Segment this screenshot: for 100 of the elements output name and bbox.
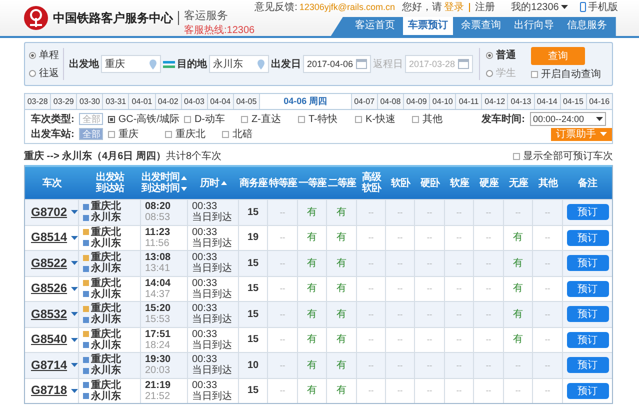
train-type-label: 车次类型: [31,112,74,126]
train-number-link[interactable]: G8702 [31,206,68,218]
date-tab[interactable]: 04-08 [378,94,404,109]
trip-type-radio[interactable]: 往返 [29,66,59,80]
date-tab[interactable]: 04-04 [208,94,234,109]
date-tab[interactable]: 04-02 [156,94,182,109]
nav-tab[interactable]: 车票预订 [402,16,453,35]
result-summary: 重庆 --> 永川东（4月6日 周四）共计8个车次 [24,149,222,163]
book-button[interactable]: 预订 [566,357,608,374]
sort-icon[interactable] [220,181,227,185]
seat-availability: 有 [513,283,523,294]
seat-availability: -- [486,385,492,396]
train-type-checkbox[interactable]: Z-直达 [241,112,294,126]
seat-availability: -- [544,206,550,218]
depart-time-select[interactable]: 00:00--24:00 [530,112,606,126]
column-header: 备注 [578,178,597,188]
train-number-link[interactable]: G8540 [31,334,68,346]
date-tab[interactable]: 04-07 [352,94,378,109]
departure-time: 19:30 [145,354,172,366]
book-button[interactable]: 预订 [566,280,608,297]
train-number-link[interactable]: G8526 [31,283,68,294]
date-tab[interactable]: 04-01 [129,94,156,109]
date-tab[interactable]: 03-30 [77,94,104,109]
train-type-checkbox[interactable]: T-特快 [298,112,350,126]
seat-availability: -- [426,334,432,346]
from-label: 出发地 [69,58,99,71]
book-button[interactable]: 预订 [566,332,608,348]
train-number-link[interactable]: G8714 [31,360,68,371]
sort-icon[interactable] [181,176,188,180]
seat-availability: -- [486,334,492,346]
date-tab[interactable]: 03-28 [25,94,52,109]
station-checkbox[interactable]: 北碚 [222,127,274,141]
seat-availability: -- [544,283,550,294]
date-tab[interactable]: 03-31 [103,94,130,109]
caret-icon[interactable] [71,236,78,240]
date-tab[interactable]: 04-03 [182,94,208,109]
date-tab[interactable]: 04-15 [560,94,587,109]
caret-icon[interactable] [560,5,568,9]
book-button[interactable]: 预订 [566,255,608,272]
train-number-link[interactable]: G8522 [31,258,68,269]
seat-availability: -- [456,360,462,371]
nav-tab[interactable]: 余票查询 [456,16,506,35]
book-button[interactable]: 预订 [566,382,608,399]
seat-availability: -- [280,283,286,294]
duration: 00:33 [192,201,218,212]
seat-availability: -- [486,360,492,371]
auto-query-checkbox[interactable]: 开启自动查询 [531,67,601,81]
column-header: 二等座 [328,178,356,188]
arrival-time: 15:53 [145,314,172,326]
passenger-type-radio[interactable]: 普通 [486,48,516,62]
duration: 00:33 [192,328,218,340]
column-header: 出发时间 [142,172,188,183]
date-tab[interactable]: 04-05 [234,94,260,109]
trip-type-radio[interactable]: 单程 [29,48,59,62]
seat-availability: -- [544,334,550,346]
duration: 00:33 [192,252,218,264]
date-tab[interactable]: 04-14 [534,94,561,109]
date-tab[interactable]: 04-09 [404,94,430,109]
sort-icon[interactable] [181,186,188,190]
station-checkbox[interactable]: 重庆 [108,127,160,141]
mobile-link[interactable]: 手机版 [580,0,618,14]
train-type-checkbox[interactable]: K-快速 [355,112,408,126]
train-number-link[interactable]: G8514 [31,232,68,244]
account-menu[interactable]: 我的12306 [511,0,559,14]
nav-tab[interactable]: 客运首页 [350,16,400,35]
book-button[interactable]: 预订 [566,306,608,322]
seat-availability: 有 [307,334,317,346]
from-field[interactable]: 重庆 [101,55,161,73]
date-tab[interactable]: 04-13 [508,94,535,109]
nav-tab[interactable]: 出行向导 [508,16,559,35]
seat-availability: 有 [336,360,346,371]
seat-availability: 有 [307,283,317,294]
show-all-checkbox[interactable]: 显示全部可预订车次 [513,149,613,163]
caret-icon[interactable] [71,286,78,291]
date-tab[interactable]: 04-10 [430,94,456,109]
train-type-checkbox[interactable]: GC-高铁/城际 [108,112,180,126]
date-field[interactable]: 2017-04-06 [303,55,371,73]
date-tab[interactable]: 04-16 [586,94,612,109]
swap-icon[interactable] [163,60,175,68]
train-number-link[interactable]: G8532 [31,308,68,320]
caret-icon[interactable] [71,338,78,342]
station-checkbox[interactable]: 重庆北 [165,127,218,141]
seat-availability: -- [280,308,286,320]
train-number-link[interactable]: G8718 [31,385,68,396]
date-tab[interactable]: 04-12 [482,94,508,109]
register-link[interactable]: 注册 [475,0,496,14]
book-button[interactable]: 预订 [566,204,608,220]
train-type-checkbox[interactable]: D-动车 [184,112,236,126]
seat-availability: 有 [307,360,317,371]
arrival-time: 13:41 [145,263,172,274]
date-tab[interactable]: 04-11 [456,94,482,109]
greeting-text: 您好，请 [402,0,442,14]
column-header: 软卧 [362,183,381,194]
book-button[interactable]: 预订 [566,230,608,246]
caret-icon[interactable] [71,388,78,393]
train-type-checkbox[interactable]: 其他 [412,112,464,126]
nav-tab[interactable]: 信息服务 [562,16,612,35]
to-field[interactable]: 永川东 [209,55,269,73]
calendar-icon [356,59,367,69]
date-tab[interactable]: 03-29 [51,94,78,109]
